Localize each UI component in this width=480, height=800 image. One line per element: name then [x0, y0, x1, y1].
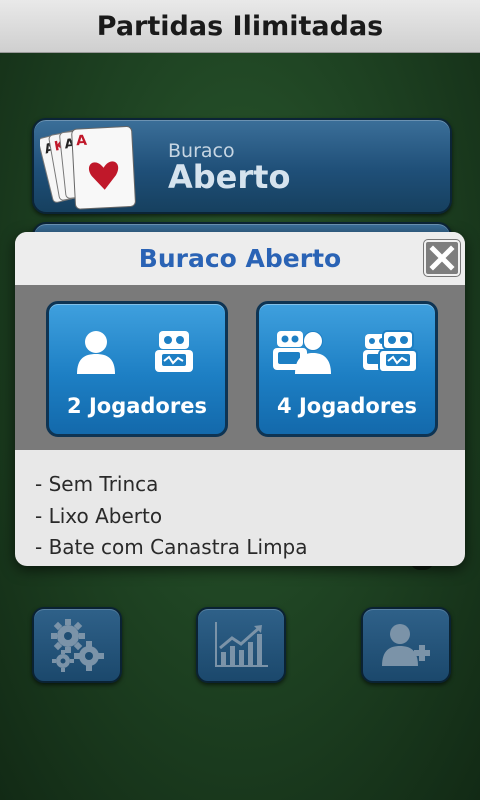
close-button[interactable] [424, 240, 460, 276]
dialog-title: Buraco Aberto [138, 244, 342, 273]
gears-icon [46, 616, 108, 674]
chart-icon [212, 620, 270, 670]
rules-list: - Sem Trinca - Lixo Aberto - Bate com Ca… [35, 469, 308, 564]
four-players-button[interactable]: 4 Jogadores [256, 301, 438, 437]
dialog-header: Buraco Aberto [15, 232, 465, 285]
four-players-label: 4 Jogadores [277, 394, 417, 418]
person-icon [75, 330, 117, 374]
game-mode-dialog: Buraco Aberto 2 Jogadores 4 Jogadores - … [15, 232, 465, 566]
game-title: Aberto [168, 158, 291, 196]
app-header: Partidas Ilimitadas [0, 0, 480, 53]
add-user-button[interactable] [361, 607, 451, 683]
svg-text:A: A [76, 133, 88, 150]
page-title: Partidas Ilimitadas [96, 10, 384, 42]
rule-item: - Lixo Aberto [35, 503, 163, 528]
playing-cards-icon: A K A A [40, 116, 150, 216]
game-tile-buraco-aberto[interactable]: A K A A Buraco Aberto [32, 118, 452, 214]
robot-group-icon [363, 328, 421, 374]
statistics-button[interactable] [196, 607, 286, 683]
player-options: 2 Jogadores 4 Jogadores [15, 285, 465, 450]
robot-person-group-icon [273, 328, 335, 374]
two-players-button[interactable]: 2 Jogadores [46, 301, 228, 437]
add-user-icon [380, 620, 432, 670]
robot-icon [153, 328, 195, 374]
rule-item: - Sem Trinca [35, 472, 159, 496]
close-icon [426, 242, 458, 274]
settings-button[interactable] [32, 607, 122, 683]
rule-item: - Bate com Canastra Limpa [35, 535, 308, 559]
two-players-label: 2 Jogadores [67, 394, 207, 418]
